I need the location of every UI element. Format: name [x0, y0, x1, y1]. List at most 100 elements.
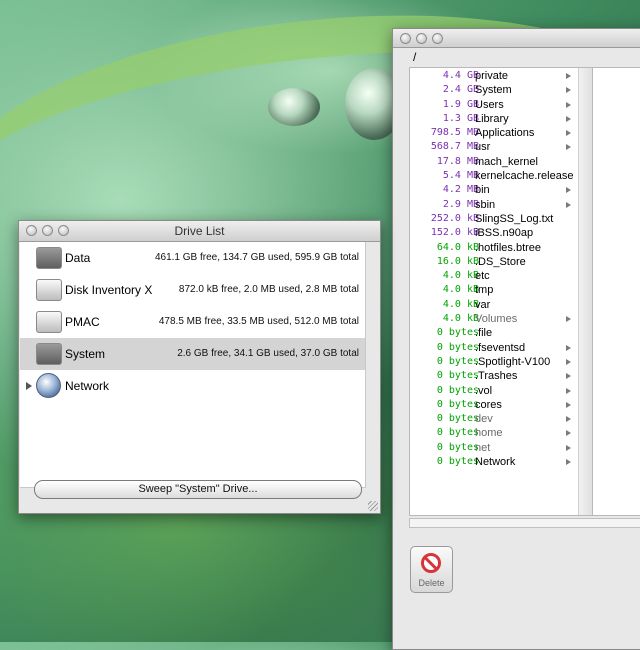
file-name: etc — [475, 270, 490, 283]
file-name: .Spotlight-V100 — [475, 355, 551, 368]
folder-arrow-icon — [566, 187, 571, 194]
file-row[interactable]: 2.4 GB System — [410, 84, 592, 98]
file-name: cores — [475, 398, 502, 411]
folder-arrow-icon — [566, 358, 571, 365]
folder-arrow-icon — [566, 387, 571, 394]
horizontal-scrollbar[interactable] — [409, 518, 640, 528]
file-name: dev — [475, 413, 493, 426]
detail-column — [592, 67, 640, 516]
file-size: 0 bytes — [436, 427, 479, 439]
file-size: 2.9 MB — [442, 198, 479, 210]
file-row[interactable]: 0 bytes net — [410, 442, 592, 456]
drive-space-info: 872.0 kB free, 2.0 MB used, 2.8 MB total — [178, 284, 359, 295]
file-row[interactable]: 0 bytes dev — [410, 413, 592, 427]
file-size: 798.5 MB — [430, 127, 479, 139]
file-browser-window: / 4.4 GB private 2.4 GB System 1.9 GB Users 1.… — [392, 28, 640, 650]
file-name: .Trashes — [475, 370, 518, 383]
delete-button-label: Delete — [418, 578, 445, 588]
file-name: Users — [475, 98, 504, 111]
drive-row[interactable]: PMAC 478.5 MB free, 33.5 MB used, 512.0 M… — [20, 306, 365, 338]
file-row[interactable]: 5.4 MB kernelcache.release — [410, 170, 592, 184]
minimize-window-button[interactable] — [416, 33, 427, 44]
drive-row[interactable]: System 2.6 GB free, 34.1 GB used, 37.0 GB… — [20, 338, 365, 370]
disclosure-triangle-icon[interactable] — [26, 382, 32, 390]
file-row[interactable]: 0 bytes cores — [410, 399, 592, 413]
file-size: 4.2 MB — [442, 184, 479, 196]
file-row[interactable]: 0 bytes .Trashes — [410, 370, 592, 384]
file-name: .DS_Store — [475, 255, 526, 268]
file-name: Volumes — [475, 313, 518, 326]
drive-name: PMAC — [65, 315, 100, 329]
folder-arrow-icon — [566, 87, 571, 94]
file-size: 4.0 kB — [442, 298, 479, 310]
file-row[interactable]: 152.0 kB iBSS.n90ap — [410, 227, 592, 241]
folder-arrow-icon — [566, 201, 571, 208]
file-row[interactable]: 64.0 kB .hotfiles.btree — [410, 242, 592, 256]
file-name: mach_kernel — [475, 155, 538, 168]
drive-list-window: Drive List Data 461.1 GB free, 134.7 GB u… — [18, 220, 381, 514]
drive-name: Disk Inventory X — [65, 283, 153, 297]
file-name: sbin — [475, 198, 496, 211]
file-row[interactable]: 0 bytes .fseventsd — [410, 342, 592, 356]
file-row[interactable]: 1.3 GB Library — [410, 113, 592, 127]
file-size: 4.0 kB — [442, 270, 479, 282]
browser-titlebar[interactable] — [393, 29, 640, 48]
file-row[interactable]: 1.9 GB Users — [410, 99, 592, 113]
window-title: Drive List — [174, 224, 225, 238]
file-name: System — [475, 84, 512, 97]
file-row[interactable]: 0 bytes .file — [410, 327, 592, 341]
zoom-window-button[interactable] — [432, 33, 443, 44]
folder-arrow-icon — [566, 444, 571, 451]
folder-arrow-icon — [566, 401, 571, 408]
folder-arrow-icon — [566, 130, 571, 137]
sweep-drive-button[interactable]: Sweep "System" Drive... — [34, 480, 362, 499]
folder-arrow-icon — [566, 373, 571, 380]
file-name: .fseventsd — [475, 341, 526, 354]
folder-arrow-icon — [566, 101, 571, 108]
file-size: 152.0 kB — [430, 227, 479, 239]
drive-list: Data 461.1 GB free, 134.7 GB used, 595.9 … — [20, 242, 366, 488]
file-name: kernelcache.release — [475, 170, 574, 183]
file-size: 64.0 kB — [436, 241, 479, 253]
file-row[interactable]: 568.7 MB usr — [410, 141, 592, 155]
file-row[interactable]: 4.4 GB private — [410, 70, 592, 84]
delete-prohibited-icon — [421, 553, 441, 573]
file-row[interactable]: 4.2 MB bin — [410, 184, 592, 198]
file-row[interactable]: 0 bytes .vol — [410, 385, 592, 399]
hard-drive-icon — [36, 247, 62, 269]
drive-row[interactable]: Network — [20, 370, 365, 402]
file-size: 252.0 kB — [430, 212, 479, 224]
file-row[interactable]: 0 bytes .Spotlight-V100 — [410, 356, 592, 370]
file-name: .hotfiles.btree — [475, 241, 542, 254]
file-name: .file — [475, 327, 493, 340]
file-name: bin — [475, 184, 490, 197]
drive-row[interactable]: Data 461.1 GB free, 134.7 GB used, 595.9 … — [20, 242, 365, 274]
drive-row[interactable]: Disk Inventory X 872.0 kB free, 2.0 MB us… — [20, 274, 365, 306]
close-window-button[interactable] — [400, 33, 411, 44]
file-row[interactable]: 252.0 kB SlingSS_Log.txt — [410, 213, 592, 227]
drive-space-info: 478.5 MB free, 33.5 MB used, 512.0 MB to… — [158, 316, 359, 327]
folder-arrow-icon — [566, 430, 571, 437]
file-name: SlingSS_Log.txt — [475, 212, 554, 225]
file-row[interactable]: 4.0 kB tmp — [410, 284, 592, 298]
hard-drive-icon — [36, 343, 62, 365]
file-name: private — [475, 70, 509, 82]
file-size: 0 bytes — [436, 456, 479, 468]
file-row[interactable]: 0 bytes Network — [410, 456, 592, 470]
file-row[interactable]: 4.0 kB var — [410, 299, 592, 313]
drive-list-titlebar[interactable]: Drive List — [19, 221, 380, 242]
resize-grip[interactable] — [368, 501, 378, 511]
file-row[interactable]: 4.0 kB Volumes — [410, 313, 592, 327]
file-row[interactable]: 16.0 kB .DS_Store — [410, 256, 592, 270]
file-row[interactable]: 0 bytes home — [410, 427, 592, 441]
file-row[interactable]: 798.5 MB Applications — [410, 127, 592, 141]
disk-image-icon — [36, 311, 62, 333]
file-row[interactable]: 2.9 MB sbin — [410, 199, 592, 213]
file-size: 0 bytes — [436, 327, 479, 339]
file-list: 4.4 GB private 2.4 GB System 1.9 GB Users 1.3 … — [410, 68, 592, 470]
file-row[interactable]: 4.0 kB etc — [410, 270, 592, 284]
file-row[interactable]: 17.8 MB mach_kernel — [410, 156, 592, 170]
vertical-scrollbar[interactable] — [578, 68, 592, 515]
delete-button[interactable]: Delete — [410, 546, 453, 593]
current-path: / — [413, 50, 417, 64]
